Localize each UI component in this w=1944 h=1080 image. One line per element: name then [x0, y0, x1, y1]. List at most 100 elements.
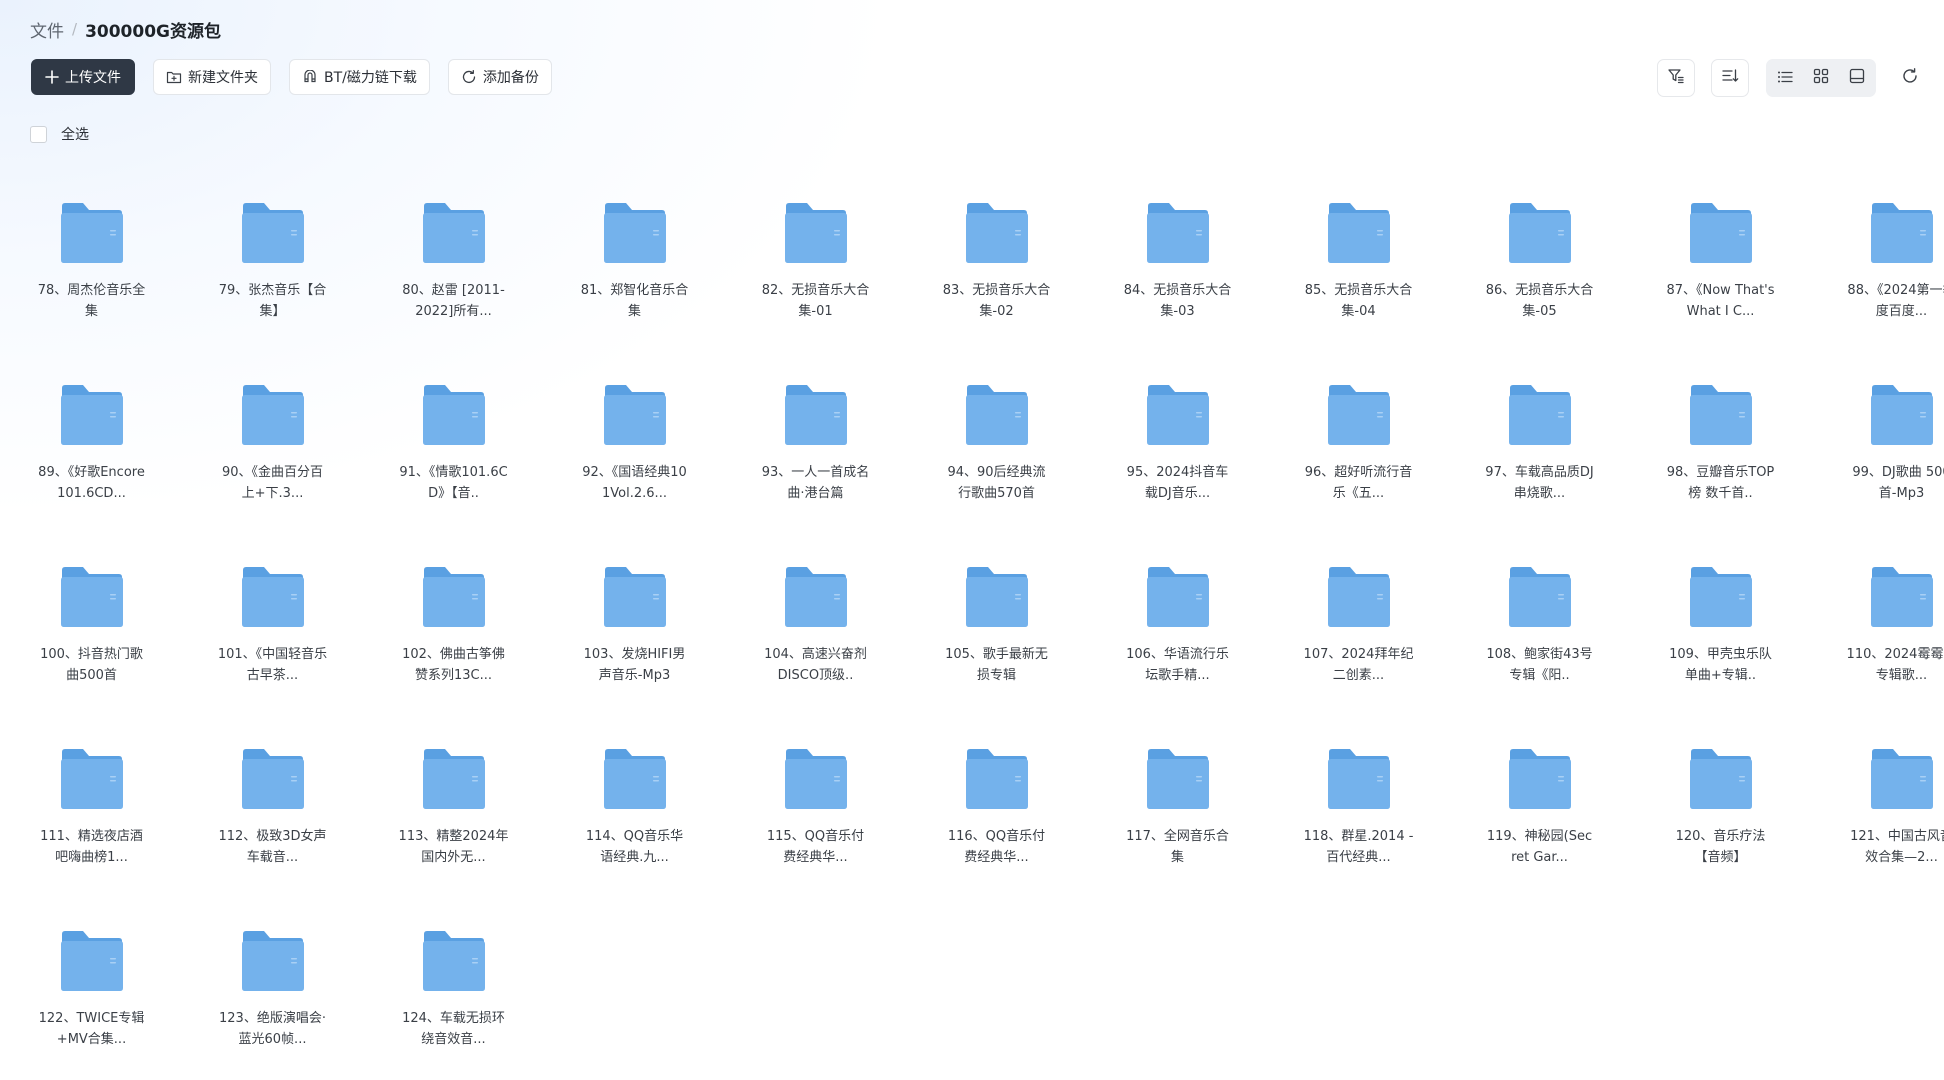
folder-item[interactable]: 91、《情歌101.6CD》【音.. [363, 364, 544, 546]
folder-icon [1508, 749, 1571, 809]
folder-icon [60, 567, 123, 627]
folder-item[interactable]: 122、TWICE专辑+MV合集... [1, 910, 182, 1080]
right-tools-filter [1657, 59, 1695, 97]
folder-icon [784, 567, 847, 627]
folder-item[interactable]: 115、QQ音乐付费经典华... [725, 728, 906, 910]
folder-item[interactable]: 89、《好歌Encore101.6CD... [1, 364, 182, 546]
folder-item[interactable]: 104、高速兴奋剂DISCO顶级.. [725, 546, 906, 728]
folder-item[interactable]: 113、精整2024年国内外无... [363, 728, 544, 910]
folder-name: 83、无损音乐大合集-02 [942, 283, 1051, 319]
add-backup-button[interactable]: 添加备份 [447, 59, 552, 95]
folder-item[interactable]: 116、QQ音乐付费经典华... [906, 728, 1087, 910]
folder-name: 96、超好听流行音乐《五... [1304, 465, 1413, 501]
folder-item[interactable]: 78、周杰伦音乐全集 [1, 182, 182, 364]
folder-item[interactable]: 96、超好听流行音乐《五... [1268, 364, 1449, 546]
folder-name: 124、车载无损环绕音效音... [402, 1011, 505, 1047]
folder-item[interactable]: 123、绝版演唱会·蓝光60帧... [182, 910, 363, 1080]
new-folder-label: 新建文件夹 [188, 70, 258, 86]
folder-icon [1327, 203, 1390, 263]
folder-item[interactable]: 107、2024拜年纪 二创素... [1268, 546, 1449, 728]
folder-icon [1870, 385, 1933, 445]
folder-item[interactable]: 82、无损音乐大合集-01 [725, 182, 906, 364]
folder-item[interactable]: 86、无损音乐大合集-05 [1449, 182, 1630, 364]
folder-icon [1508, 203, 1571, 263]
bt-magnet-download-button[interactable]: BT/磁力链下载 [289, 59, 430, 95]
folder-icon [241, 203, 304, 263]
grid-view-button[interactable] [1805, 62, 1837, 94]
select-all-label[interactable]: 全选 [61, 124, 89, 144]
folder-item[interactable]: 90、《金曲百分百上+下.3... [182, 364, 363, 546]
folder-item[interactable]: 81、郑智化音乐合集 [544, 182, 725, 364]
add-backup-label: 添加备份 [482, 70, 539, 86]
folder-item[interactable]: 85、无损音乐大合集-04 [1268, 182, 1449, 364]
folder-item[interactable]: 103、发烧HIFI男声音乐-Mp3 [544, 546, 725, 728]
folder-icon [784, 385, 847, 445]
list-view-button[interactable] [1769, 62, 1801, 94]
folder-icon [1870, 567, 1933, 627]
folder-name: 88、《2024第一季度百度... [1847, 283, 1944, 319]
folder-name: 101、《中国轻音乐古早茶... [217, 647, 328, 683]
folder-item[interactable]: 84、无损音乐大合集-03 [1087, 182, 1268, 364]
folder-item[interactable]: 110、2024霉霉新专辑歌... [1811, 546, 1944, 728]
folder-item[interactable]: 121、中国古风音效合集—2... [1811, 728, 1944, 910]
folder-item[interactable]: 100、抖音热门歌曲500首 [1, 546, 182, 728]
folder-item[interactable]: 101、《中国轻音乐古早茶... [182, 546, 363, 728]
folder-name: 102、佛曲古筝佛赞系列13C... [402, 647, 505, 683]
breadcrumb-root-link[interactable]: 文件 [30, 17, 64, 42]
folder-item[interactable]: 97、车载高品质DJ串烧歌... [1449, 364, 1630, 546]
folder-item[interactable]: 111、精选夜店酒吧嗨曲榜1... [1, 728, 182, 910]
folder-item[interactable]: 118、群星.2014 - 百代经典... [1268, 728, 1449, 910]
folder-item[interactable]: 94、90后经典流行歌曲570首 [906, 364, 1087, 546]
folder-item[interactable]: 108、鲍家街43号专辑《阳.. [1449, 546, 1630, 728]
folder-icon [422, 203, 485, 263]
folder-name: 105、歌手最新无损专辑 [945, 647, 1048, 683]
folder-name: 115、QQ音乐付费经典华... [766, 829, 865, 865]
folder-item[interactable]: 109、甲壳虫乐队单曲+专辑.. [1630, 546, 1811, 728]
new-folder-button[interactable]: 新建文件夹 [153, 59, 271, 95]
folder-item[interactable]: 99、DJ歌曲 500首-Mp3 [1811, 364, 1944, 546]
folder-name: 82、无损音乐大合集-01 [761, 283, 870, 319]
folder-item[interactable]: 87、《Now That's What I C... [1630, 182, 1811, 364]
folder-name: 122、TWICE专辑+MV合集... [38, 1011, 145, 1047]
folder-item[interactable]: 106、华语流行乐坛歌手精... [1087, 546, 1268, 728]
folder-item[interactable]: 88、《2024第一季度百度... [1811, 182, 1944, 364]
select-all-checkbox[interactable] [30, 125, 47, 143]
folder-name: 109、甲壳虫乐队单曲+专辑.. [1669, 647, 1772, 683]
folder-name: 81、郑智化音乐合集 [580, 283, 689, 319]
folder-icon [1508, 567, 1571, 627]
folder-icon [965, 385, 1028, 445]
folder-name: 87、《Now That's What I C... [1666, 283, 1775, 319]
folder-item[interactable]: 92、《国语经典101Vol.2.6... [544, 364, 725, 546]
folder-icon [60, 931, 123, 991]
folder-item[interactable]: 93、一人一首成名曲·港台篇 [725, 364, 906, 546]
folder-item[interactable]: 119、神秘园(Secret Gar... [1449, 728, 1630, 910]
folder-item[interactable]: 114、QQ音乐华语经典.九... [544, 728, 725, 910]
filter-button[interactable] [1657, 59, 1695, 97]
folder-item[interactable]: 83、无损音乐大合集-02 [906, 182, 1087, 364]
toolbar: 上传文件 新建文件夹 BT/磁力链下载 添加备份 [31, 59, 552, 95]
sort-button[interactable] [1711, 59, 1749, 97]
folder-item[interactable]: 124、车载无损环绕音效音... [363, 910, 544, 1080]
folder-item[interactable]: 117、全网音乐合集 [1087, 728, 1268, 910]
sync-icon [461, 69, 477, 85]
upload-file-button[interactable]: 上传文件 [31, 59, 135, 95]
folder-item[interactable]: 120、音乐疗法【音频】 [1630, 728, 1811, 910]
preview-view-button[interactable] [1841, 62, 1873, 94]
folder-name: 108、鲍家街43号专辑《阳.. [1486, 647, 1593, 683]
file-grid: 78、周杰伦音乐全集 79、张杰音乐【合集】 80、赵雷 [2011-2022]… [0, 182, 1944, 1080]
folder-item[interactable]: 105、歌手最新无损专辑 [906, 546, 1087, 728]
folder-name: 119、神秘园(Secret Gar... [1486, 829, 1593, 865]
folder-name: 89、《好歌Encore101.6CD... [38, 465, 145, 501]
folder-item[interactable]: 98、豆瓣音乐TOP榜 数千首.. [1630, 364, 1811, 546]
folder-name: 84、无损音乐大合集-03 [1123, 283, 1232, 319]
folder-name: 94、90后经典流行歌曲570首 [947, 465, 1046, 501]
folder-item[interactable]: 95、2024抖音车载DJ音乐... [1087, 364, 1268, 546]
refresh-button[interactable] [1891, 59, 1929, 97]
folder-item[interactable]: 112、极致3D女声车载音... [182, 728, 363, 910]
folder-name: 79、张杰音乐【合集】 [218, 283, 327, 319]
folder-item[interactable]: 79、张杰音乐【合集】 [182, 182, 363, 364]
folder-item[interactable]: 80、赵雷 [2011-2022]所有... [363, 182, 544, 364]
folder-name: 93、一人一首成名曲·港台篇 [761, 465, 870, 501]
folder-icon [422, 385, 485, 445]
folder-item[interactable]: 102、佛曲古筝佛赞系列13C... [363, 546, 544, 728]
